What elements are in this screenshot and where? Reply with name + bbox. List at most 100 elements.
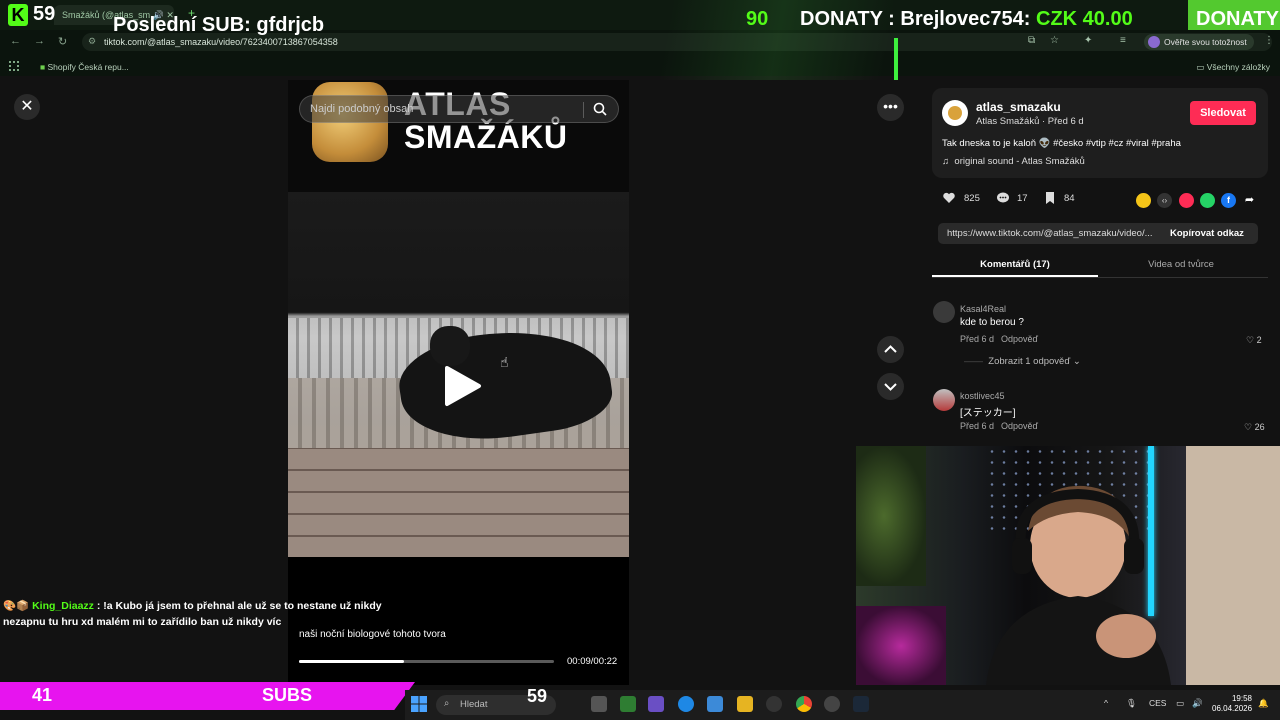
comment-like[interactable]: ♡ 2 bbox=[1246, 335, 1262, 346]
profile-avatar bbox=[1148, 36, 1160, 48]
comment-count: 17 bbox=[1017, 193, 1028, 204]
overlay-counter: 90 bbox=[746, 8, 769, 30]
comment-text: kde to berou ? bbox=[960, 317, 1024, 328]
edge-icon[interactable] bbox=[678, 696, 694, 712]
next-video-button[interactable] bbox=[877, 373, 904, 400]
play-icon[interactable] bbox=[443, 364, 483, 408]
webcam-door bbox=[1186, 446, 1280, 685]
comment-icon[interactable] bbox=[996, 191, 1010, 205]
chat-nick: King_Diaazz bbox=[32, 600, 94, 612]
heart-outline-icon: ♡ bbox=[1244, 422, 1253, 432]
brand-line-2: SMAŽÁKŮ bbox=[404, 119, 568, 155]
close-icon: ✕ bbox=[20, 98, 34, 115]
bookmark-icon[interactable] bbox=[1043, 191, 1057, 205]
chrome-icon[interactable] bbox=[796, 696, 812, 712]
reload-icon[interactable]: ↻ bbox=[58, 35, 67, 48]
comment-user[interactable]: kostlivec45 bbox=[960, 391, 1005, 401]
install-icon[interactable]: ⧉ bbox=[1028, 35, 1035, 46]
comment-avatar[interactable] bbox=[933, 389, 955, 411]
viewer-count: 59 bbox=[33, 3, 56, 25]
menu-icon[interactable]: ⋮ bbox=[1264, 35, 1274, 46]
media-player-icon[interactable] bbox=[824, 696, 840, 712]
author-avatar[interactable] bbox=[942, 100, 968, 126]
kick-logo: K bbox=[8, 4, 28, 26]
notification-icon[interactable]: 🔔 bbox=[1258, 698, 1269, 709]
site-info-icon[interactable]: ⚙ bbox=[88, 36, 96, 47]
verify-identity-button[interactable]: Ověřte svou totožnost bbox=[1144, 34, 1254, 50]
volume-icon[interactable]: 🔊 bbox=[1192, 698, 1203, 709]
show-replies[interactable]: —— Zobrazit 1 odpověď ⌄ bbox=[964, 356, 1081, 367]
webcam-plant bbox=[856, 446, 926, 586]
music-note-icon: ♫ bbox=[942, 156, 950, 167]
like-count: 825 bbox=[964, 193, 980, 204]
store-icon[interactable] bbox=[707, 696, 723, 712]
facebook-icon[interactable]: f bbox=[1221, 193, 1236, 208]
mic-icon[interactable]: 🎙 bbox=[1126, 698, 1137, 709]
search-icon[interactable] bbox=[592, 101, 608, 117]
reply-link[interactable]: Odpověď bbox=[1001, 421, 1038, 431]
author-handle[interactable]: atlas_smazaku bbox=[976, 100, 1061, 114]
chat-line-1: : !a Kubo já jsem to přehnal ale už se t… bbox=[96, 600, 382, 612]
previous-video-button[interactable] bbox=[877, 336, 904, 363]
donation-overlay: DONATY : Brejlovec754: CZK 40.00 bbox=[800, 8, 1133, 31]
bookmark-star-icon[interactable]: ☆ bbox=[1050, 35, 1059, 46]
network-icon[interactable]: ▭ bbox=[1176, 698, 1184, 709]
green-beam-decoration bbox=[894, 38, 898, 80]
comment-time: Před 6 d bbox=[960, 334, 995, 344]
windows-start-icon[interactable] bbox=[411, 696, 427, 712]
comment-text: [ステッカー] bbox=[960, 408, 1016, 419]
taskbar-clock[interactable]: 19:58 06.04.2026 bbox=[1212, 694, 1252, 714]
tray-chevron-icon[interactable]: ^ bbox=[1104, 698, 1108, 708]
share-repost-icon[interactable] bbox=[1136, 193, 1151, 208]
bookmark-shopify[interactable]: ■ Shopify Česká repu... bbox=[40, 62, 129, 72]
send-icon[interactable] bbox=[1179, 193, 1194, 208]
apps-icon[interactable] bbox=[9, 61, 19, 71]
media-icon[interactable]: ≡ bbox=[1120, 35, 1126, 46]
explorer-icon[interactable] bbox=[737, 696, 753, 712]
more-options-button[interactable]: ••• bbox=[877, 94, 904, 121]
mouse-cursor-icon: ☝ bbox=[500, 354, 509, 370]
bookmark-shopify-label: Shopify Česká repu... bbox=[47, 62, 129, 72]
reply-link[interactable]: Odpověď bbox=[1001, 334, 1038, 344]
steam-icon[interactable] bbox=[853, 696, 869, 712]
search-input[interactable] bbox=[310, 103, 580, 115]
all-bookmarks[interactable]: ▭ Všechny záložky bbox=[1196, 62, 1270, 73]
search-divider bbox=[583, 102, 584, 118]
tab-creator-videos[interactable]: Videa od tvůrce bbox=[1098, 259, 1264, 270]
forward-icon[interactable]: → bbox=[34, 35, 45, 47]
tab-active-indicator bbox=[932, 275, 1098, 277]
task-view-icon[interactable] bbox=[591, 696, 607, 712]
xbox-icon[interactable] bbox=[620, 696, 636, 712]
tabs-divider bbox=[932, 277, 1268, 278]
video-bricks bbox=[288, 448, 629, 557]
comment-like[interactable]: ♡ 26 bbox=[1244, 422, 1265, 433]
subs-label: SUBS bbox=[262, 685, 313, 705]
follow-button[interactable]: Sledovat bbox=[1190, 101, 1256, 125]
subs-goal-bar bbox=[0, 682, 415, 710]
teams-icon[interactable] bbox=[648, 696, 664, 712]
back-icon[interactable]: ← bbox=[10, 35, 21, 47]
copy-link-button[interactable]: Kopírovat odkaz bbox=[1170, 228, 1244, 239]
all-bookmarks-label: Všechny záložky bbox=[1206, 62, 1270, 72]
post-link[interactable]: https://www.tiktok.com/@atlas_smazaku/vi… bbox=[947, 228, 1161, 239]
language-indicator[interactable]: CES bbox=[1149, 698, 1166, 708]
comment-user[interactable]: Kasal4Real bbox=[960, 304, 1006, 314]
embed-icon[interactable]: ‹› bbox=[1157, 193, 1172, 208]
webcam-overlay bbox=[856, 446, 1280, 685]
tab-comments[interactable]: Komentářů (17) bbox=[932, 259, 1098, 270]
close-video-button[interactable]: ✕ bbox=[14, 94, 40, 120]
whatsapp-icon[interactable] bbox=[1200, 193, 1215, 208]
post-sound[interactable]: ♫ original sound - Atlas Smažáků bbox=[942, 156, 1085, 167]
video-progress-bar[interactable] bbox=[299, 660, 554, 663]
extension-icon[interactable]: ✦ bbox=[1084, 35, 1092, 46]
comment-avatar[interactable] bbox=[933, 301, 955, 323]
url-text[interactable]: tiktok.com/@atlas_smazaku/video/76234007… bbox=[104, 37, 338, 47]
chevron-down-icon bbox=[884, 383, 897, 391]
comment-like-count: 26 bbox=[1254, 422, 1265, 432]
share-arrow-icon[interactable]: ➦ bbox=[1242, 193, 1257, 208]
subs-count: 41 bbox=[32, 685, 53, 705]
heart-icon[interactable] bbox=[942, 191, 956, 205]
app-icon[interactable] bbox=[766, 696, 782, 712]
replies-line: —— bbox=[964, 356, 983, 367]
clock-date: 06.04.2026 bbox=[1212, 704, 1253, 713]
